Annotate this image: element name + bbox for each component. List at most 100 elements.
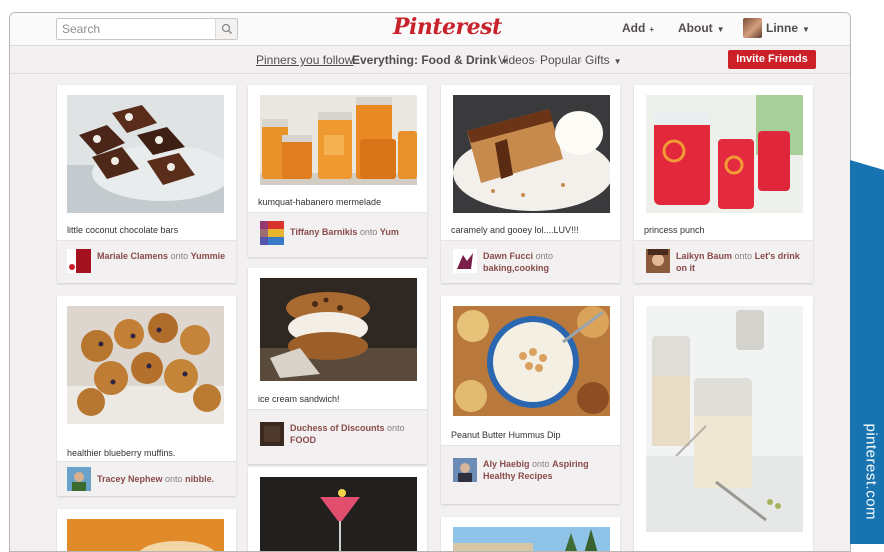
pinner-avatar[interactable] — [260, 221, 284, 245]
pinner-avatar[interactable] — [67, 467, 91, 491]
pin-caption: Peanut Butter Hummus Dip — [451, 430, 561, 440]
pin-caption: ice cream sandwich! — [258, 394, 340, 404]
pinners-you-follow-link[interactable]: Pinners you follow — [256, 53, 353, 67]
pinner-name[interactable]: Laikyn Baum — [676, 251, 732, 261]
pin-card[interactable] — [248, 467, 427, 551]
pin-attribution: Dawn Fucci onto baking,cooking — [441, 240, 620, 283]
user-name: Linne — [766, 21, 798, 35]
pin-card[interactable] — [634, 296, 813, 551]
pin-image — [67, 95, 224, 213]
pin-card[interactable]: princess punch Laikyn Baum onto Let's dr… — [634, 85, 813, 283]
onto-label: onto — [532, 459, 550, 469]
board-name[interactable]: baking,cooking — [483, 263, 549, 273]
pinterest-logo[interactable]: Pinterest — [393, 14, 502, 44]
pin-card[interactable]: Peanut Butter Hummus Dip Aly Haebig onto… — [441, 296, 620, 504]
pin-image — [260, 278, 417, 381]
plus-icon: + — [649, 25, 654, 34]
browser-page: Pinterest Add+ About▼ Linne▼ Pinners you… — [9, 12, 851, 552]
pinner-info: Aly Haebig onto Aspiring Healthy Recipes — [483, 458, 617, 482]
gifts-label: Gifts — [585, 53, 610, 67]
side-tab-corner — [850, 160, 884, 170]
separator: · — [492, 53, 496, 67]
pin-image — [260, 95, 417, 185]
pinner-name[interactable]: Dawn Fucci — [483, 251, 533, 261]
top-bar: Pinterest Add+ About▼ Linne▼ — [10, 13, 850, 46]
pinner-info: Laikyn Baum onto Let's drink on it — [676, 250, 810, 274]
pin-attribution: Tiffany Barnikis onto Yum — [248, 212, 427, 257]
pin-image — [260, 477, 417, 551]
onto-label: onto — [387, 423, 405, 433]
separator: · — [534, 53, 538, 67]
pin-card[interactable]: healthier blueberry muffins. Tracey Neph… — [57, 296, 236, 496]
separator: · — [579, 53, 583, 67]
chevron-down-icon: ▼ — [802, 25, 810, 34]
pin-attribution: Duchess of Discounts onto FOOD — [248, 409, 427, 464]
pinner-name[interactable]: Duchess of Discounts — [290, 423, 385, 433]
add-menu[interactable]: Add + — [622, 21, 654, 35]
pin-image — [646, 95, 803, 213]
invite-friends-button[interactable]: Invite Friends — [728, 50, 816, 69]
user-menu[interactable]: Linne ▼ — [766, 21, 810, 35]
pinner-info: Tracey Nephew onto nibble. — [97, 473, 231, 485]
pinner-avatar[interactable] — [453, 249, 477, 273]
about-menu[interactable]: About ▼ — [678, 21, 725, 35]
onto-label: onto — [170, 251, 189, 261]
gifts-menu[interactable]: Gifts ▼ — [585, 53, 622, 67]
pin-card[interactable]: ice cream sandwich! Duchess of Discounts… — [248, 268, 427, 464]
pinner-name[interactable]: Tiffany Barnikis — [290, 227, 357, 237]
pinner-avatar[interactable] — [646, 249, 670, 273]
pin-card[interactable]: little coconut chocolate bars Mariale Cl… — [57, 85, 236, 283]
chevron-down-icon: ▼ — [613, 57, 622, 66]
pinner-avatar[interactable] — [260, 422, 284, 446]
pin-image — [453, 306, 610, 416]
pin-caption: princess punch — [644, 225, 705, 235]
board-name[interactable]: Yum — [380, 227, 399, 237]
search-button[interactable] — [215, 19, 237, 39]
pin-card[interactable]: kumquat-habanero mermelade Tiffany Barni… — [248, 85, 427, 257]
search-icon — [221, 23, 233, 35]
pinner-info: Dawn Fucci onto baking,cooking — [483, 250, 617, 274]
popular-link[interactable]: Popular — [540, 53, 581, 67]
pinner-avatar[interactable] — [67, 249, 91, 273]
onto-label: onto — [359, 227, 378, 237]
side-tab-label: pinterest.com — [850, 424, 884, 540]
pinner-name[interactable]: Aly Haebig — [483, 459, 530, 469]
about-label: About — [678, 21, 713, 35]
board-name[interactable]: Yummie — [191, 251, 226, 261]
search-input[interactable] — [57, 19, 215, 39]
onto-label: onto — [165, 474, 183, 484]
category-nav: Pinners you follow · Everything: Food & … — [10, 47, 850, 74]
pinner-avatar[interactable] — [453, 458, 477, 482]
pin-attribution: Aly Haebig onto Aspiring Healthy Recipes — [441, 445, 620, 504]
pinner-name[interactable]: Mariale Clamens — [97, 251, 168, 261]
pin-image — [646, 306, 803, 532]
pinner-info: Mariale Clamens onto Yummie — [97, 250, 231, 262]
search-box — [56, 18, 238, 40]
onto-label: onto — [734, 251, 753, 261]
pin-card[interactable]: caramely and gooey lol....LUV!!! Dawn Fu… — [441, 85, 620, 283]
pin-attribution: Tracey Nephew onto nibble. — [57, 461, 236, 496]
separator: · — [346, 53, 350, 67]
pinner-info: Tiffany Barnikis onto Yum — [290, 226, 424, 238]
chevron-down-icon: ▼ — [716, 25, 725, 34]
pin-image — [453, 527, 610, 551]
onto-label: onto — [535, 251, 554, 261]
pin-image — [67, 519, 224, 551]
board-name[interactable]: nibble. — [185, 474, 214, 484]
pinner-name[interactable]: Tracey Nephew — [97, 474, 163, 484]
pin-card[interactable] — [57, 509, 236, 551]
board-name[interactable]: FOOD — [290, 435, 316, 445]
pin-caption: healthier blueberry muffins. — [67, 448, 176, 458]
pin-caption: kumquat-habanero mermelade — [258, 197, 382, 207]
pin-caption: little coconut chocolate bars — [67, 225, 179, 235]
pin-card[interactable] — [441, 517, 620, 551]
user-avatar[interactable] — [743, 18, 762, 38]
pin-caption: caramely and gooey lol....LUV!!! — [451, 225, 579, 235]
pin-attribution: Laikyn Baum onto Let's drink on it — [634, 240, 813, 283]
videos-link[interactable]: Videos — [498, 53, 534, 67]
pinner-info: Duchess of Discounts onto FOOD — [290, 422, 424, 446]
pin-attribution: Mariale Clamens onto Yummie — [57, 240, 236, 283]
pin-image — [67, 306, 224, 424]
everything-menu[interactable]: Everything: Food & Drink ▼ — [352, 53, 509, 67]
everything-label: Everything: Food & Drink — [352, 53, 497, 67]
